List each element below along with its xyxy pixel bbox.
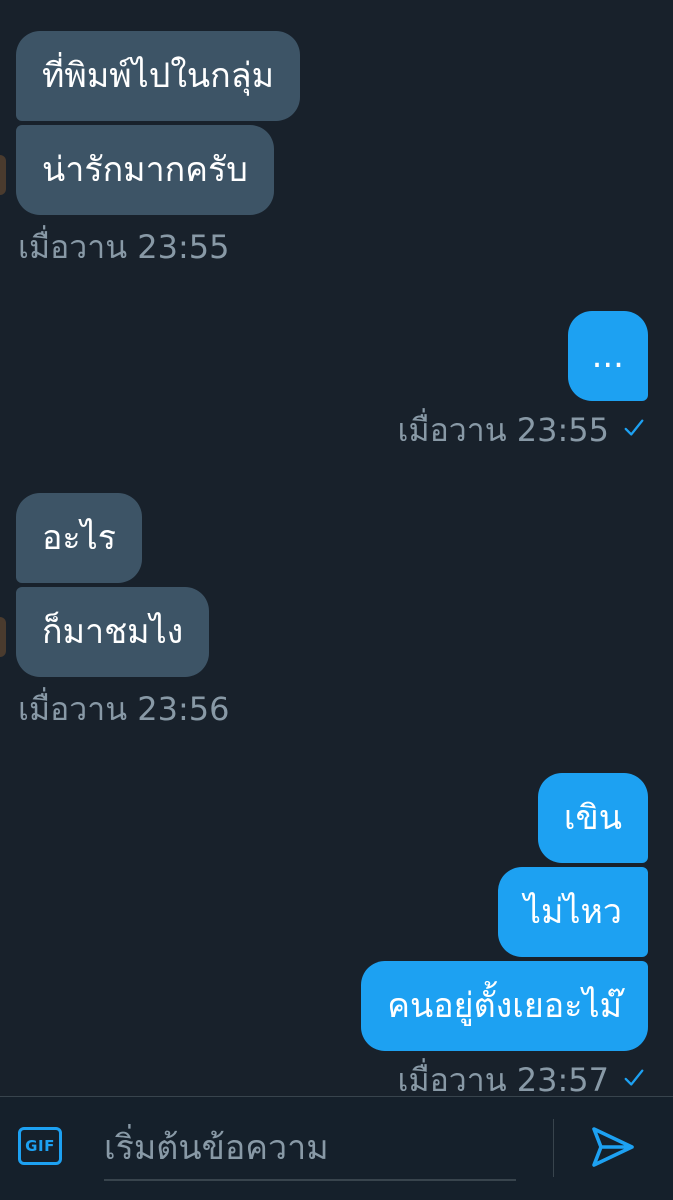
- send-icon[interactable]: [588, 1123, 638, 1171]
- message-input[interactable]: [104, 1117, 516, 1181]
- gif-label: GIF: [25, 1137, 55, 1155]
- check-icon: [624, 419, 644, 436]
- message-timestamp: เมื่อวาน 23:55: [18, 228, 230, 266]
- outgoing-message-bubble[interactable]: ไม่ไหว: [497, 867, 648, 957]
- divider: [553, 1119, 554, 1177]
- incoming-message-bubble[interactable]: น่ารักมากครับ: [16, 125, 274, 215]
- message-text: น่ารักมากครับ: [42, 150, 248, 190]
- sender-avatar[interactable]: [0, 617, 6, 657]
- message-text: อะไร: [42, 518, 117, 558]
- message-text: ที่พิมพ์ไปในกลุ่ม: [42, 56, 275, 96]
- outgoing-message-bubble[interactable]: เขิน: [537, 773, 648, 863]
- incoming-message-bubble[interactable]: อะไร: [16, 493, 143, 583]
- sender-avatar[interactable]: [0, 155, 6, 195]
- message-text: เขิน: [563, 798, 622, 838]
- outgoing-message-bubble[interactable]: คนอยู่ตั้งเยอะไม๊: [361, 961, 648, 1051]
- message-timestamp: เมื่อวาน 23:57: [397, 1061, 609, 1099]
- message-text: ...: [591, 336, 624, 376]
- message-text: ไม่ไหว: [523, 892, 622, 932]
- check-icon: [624, 1069, 644, 1086]
- incoming-message-bubble[interactable]: ก็มาชมไง: [16, 587, 210, 677]
- message-text: คนอยู่ตั้งเยอะไม๊: [387, 986, 622, 1026]
- message-timestamp: เมื่อวาน 23:55: [397, 411, 609, 449]
- outgoing-message-bubble[interactable]: ...: [567, 311, 648, 401]
- message-composer: GIF: [0, 1096, 673, 1200]
- message-text: ก็มาชมไง: [42, 612, 184, 652]
- conversation-thread: ที่พิมพ์ไปในกลุ่ม น่ารักมากครับ เมื่อวาน…: [0, 0, 673, 1096]
- gif-button[interactable]: GIF: [18, 1127, 62, 1165]
- incoming-message-bubble[interactable]: ที่พิมพ์ไปในกลุ่ม: [16, 31, 301, 121]
- message-timestamp: เมื่อวาน 23:56: [18, 690, 230, 728]
